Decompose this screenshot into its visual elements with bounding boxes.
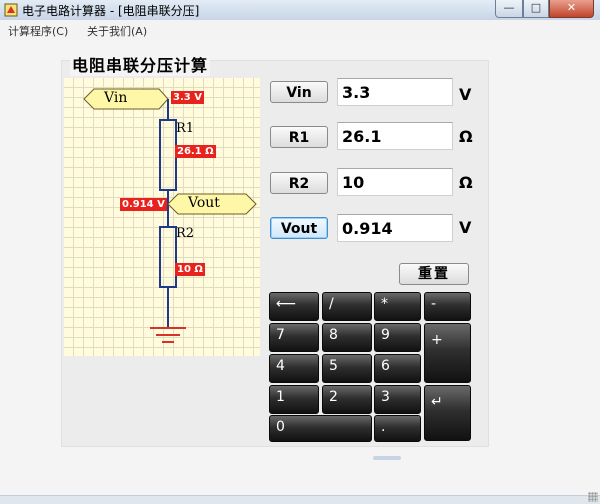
r1-field[interactable]: 26.1 — [337, 122, 453, 150]
close-button[interactable]: ✕ — [549, 0, 594, 18]
key-7[interactable]: 7 — [269, 323, 319, 352]
vin-value-label: 3.3 V — [171, 91, 204, 104]
r1-unit: Ω — [459, 127, 473, 146]
vin-button[interactable]: Vin — [270, 81, 328, 103]
minimize-button[interactable]: — — [495, 0, 523, 18]
r2-field[interactable]: 10 — [337, 168, 453, 196]
key-3[interactable]: 3 — [374, 385, 421, 414]
key-6[interactable]: 6 — [374, 354, 421, 383]
menu-bar: 计算程序(C) 关于我们(A) — [0, 20, 600, 42]
vout-unit: V — [459, 218, 472, 237]
enter-key[interactable]: ↵ — [424, 385, 471, 441]
plus-key[interactable]: + — [424, 323, 471, 383]
r2-value-label: 10 Ω — [175, 263, 205, 276]
r1-value-label: 26.1 Ω — [175, 145, 216, 158]
r2-name: R2 — [176, 226, 195, 241]
vin-unit: V — [459, 85, 472, 104]
minus-key[interactable]: - — [424, 292, 471, 321]
vout-button[interactable]: Vout — [270, 217, 328, 239]
key-1[interactable]: 1 — [269, 385, 319, 414]
title-bar: 电子电路计算器 - [电阻串联分压] — □ ✕ — [0, 0, 600, 21]
vout-value-label: 0.914 V — [120, 198, 167, 211]
r2-button[interactable]: R2 — [270, 172, 328, 194]
divide-key[interactable]: / — [322, 292, 372, 321]
enter-icon: ↵ — [431, 394, 443, 410]
resistor-r2 — [159, 226, 177, 288]
resistor-r1 — [159, 119, 177, 191]
scroll-indicator — [373, 456, 401, 460]
key-9[interactable]: 9 — [374, 323, 421, 352]
r1-button[interactable]: R1 — [270, 126, 328, 148]
maximize-button[interactable]: □ — [523, 0, 549, 18]
r2-unit: Ω — [459, 173, 473, 192]
circuit-diagram: Vin Vout R1 R2 3.3 V 26.1 Ω 0.914 V 10 Ω — [64, 78, 260, 356]
vin-tag-label: Vin — [104, 90, 128, 106]
panel-title: 电阻串联分压计算 — [70, 52, 211, 76]
key-0[interactable]: 0 — [269, 415, 372, 442]
vout-tag-label: Vout — [188, 195, 220, 211]
menu-item-about[interactable]: 关于我们(A) — [87, 23, 147, 39]
key-5[interactable]: 5 — [322, 354, 372, 383]
window-title: 电子电路计算器 - [电阻串联分压] — [22, 4, 200, 18]
r1-name: R1 — [176, 121, 195, 136]
app-icon — [4, 3, 18, 17]
multiply-key[interactable]: * — [374, 292, 421, 321]
reset-button[interactable]: 重置 — [399, 263, 469, 285]
resize-grip[interactable] — [588, 492, 598, 502]
vin-field[interactable]: 3.3 — [337, 78, 453, 106]
circuit-schematic — [83, 88, 257, 343]
key-4[interactable]: 4 — [269, 354, 319, 383]
vout-field[interactable]: 0.914 — [337, 214, 453, 242]
backspace-key[interactable]: ⟵ — [269, 292, 319, 321]
decimal-key[interactable]: . — [374, 415, 421, 442]
backspace-icon: ⟵ — [276, 296, 297, 312]
status-strip — [0, 495, 600, 504]
key-8[interactable]: 8 — [322, 323, 372, 352]
key-2[interactable]: 2 — [322, 385, 372, 414]
menu-item-calculator[interactable]: 计算程序(C) — [8, 23, 68, 39]
ground-symbol — [150, 327, 186, 343]
